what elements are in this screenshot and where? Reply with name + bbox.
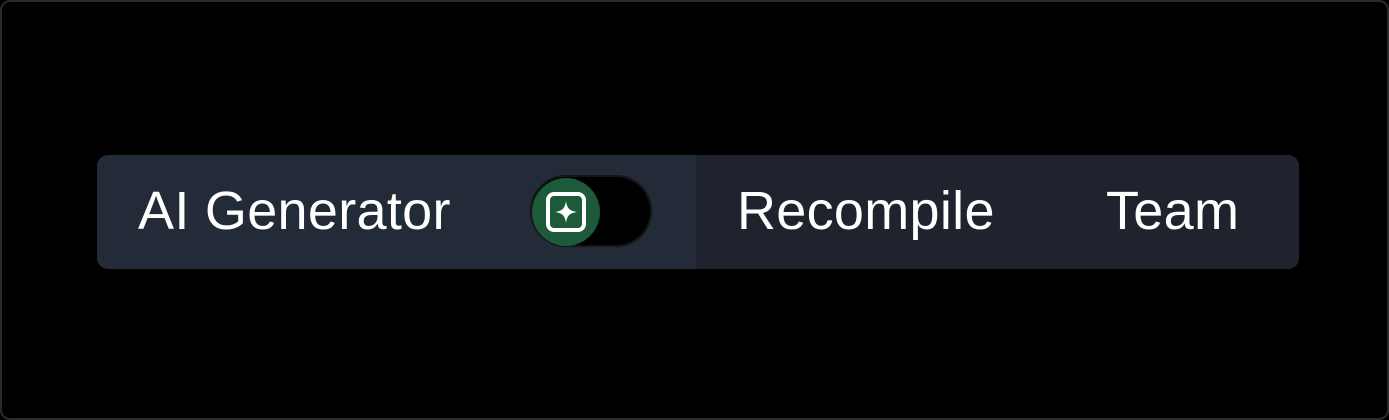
sparkle-icon <box>546 192 586 232</box>
team-button[interactable]: Team <box>1106 184 1239 238</box>
window-frame: AI Generator Recompile Team <box>0 0 1389 420</box>
ai-generator-toggle[interactable] <box>530 175 652 247</box>
recompile-button[interactable]: Recompile <box>737 184 995 238</box>
actions-section: Recompile Team <box>696 155 1299 269</box>
ai-generator-section: AI Generator <box>97 155 696 269</box>
toolbar: AI Generator Recompile Team <box>97 155 1299 269</box>
toggle-knob <box>532 178 600 246</box>
ai-generator-label: AI Generator <box>138 181 451 241</box>
